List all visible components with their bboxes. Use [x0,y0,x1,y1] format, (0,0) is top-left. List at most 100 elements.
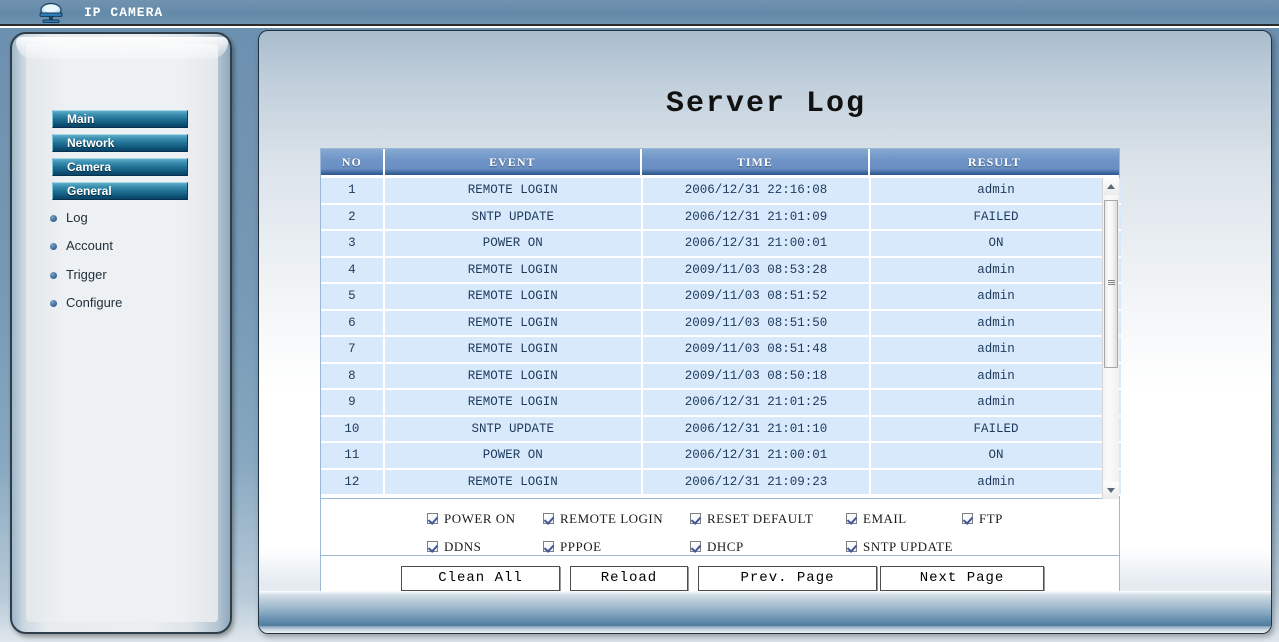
table-cell-event: REMOTE LOGIN [384,469,643,496]
filter-checkbox-remotelogin[interactable]: REMOTE LOGIN [543,511,663,527]
chevron-up-icon [1107,184,1115,189]
filter-label: SNTP UPDATE [863,539,953,554]
column-header-no[interactable]: NO [321,149,385,175]
checkbox-checked-icon[interactable] [543,513,554,524]
filter-checkbox-ddns[interactable]: DDNS [427,539,481,555]
sidebar-item-account[interactable]: Account [50,238,113,253]
table-row[interactable]: 7 REMOTE LOGIN 2009/11/03 08:51:48 admin [321,337,1121,364]
table-cell-time: 2006/12/31 21:09:23 [642,469,872,496]
table-cell-result: ON [871,443,1121,470]
table-row[interactable]: 8 REMOTE LOGIN 2009/11/03 08:50:18 admin [321,363,1121,390]
log-table-header: NO EVENT TIME RESULT [321,149,1119,175]
prev-page-button[interactable]: Prev. Page [698,566,877,591]
table-cell-result: admin [871,310,1121,337]
table-cell-no: 6 [321,310,385,337]
sidebar-item-label: Log [66,210,88,225]
log-table-scroll-area: 1 REMOTE LOGIN 2006/12/31 22:16:08 admin 2 SN… [321,178,1121,499]
clean-all-button[interactable]: Clean All [401,566,560,591]
table-cell-time: 2006/12/31 21:01:25 [642,390,872,417]
table-cell-result: FAILED [871,416,1121,443]
table-row[interactable]: 11 POWER ON 2006/12/31 21:00:01 ON [321,443,1121,470]
table-cell-event: REMOTE LOGIN [384,363,643,390]
filter-checkbox-pppoe[interactable]: PPPOE [543,539,602,555]
checkbox-checked-icon[interactable] [427,541,438,552]
checkbox-checked-icon[interactable] [846,541,857,552]
server-log-table-container: NO EVENT TIME RESULT 1 REMOTE LOGIN 2006/1… [320,148,1121,499]
table-row[interactable]: 10 SNTP UPDATE 2006/12/31 21:01:10 FAILED [321,416,1121,443]
filter-checkbox-ftp[interactable]: FTP [962,511,1003,527]
filter-checkbox-email[interactable]: EMAIL [846,511,907,527]
table-cell-time: 2006/12/31 22:16:08 [642,178,872,205]
table-cell-no: 9 [321,390,385,417]
table-cell-event: REMOTE LOGIN [384,257,643,284]
column-header-result[interactable]: RESULT [869,149,1119,175]
sidebar-nav-main[interactable]: Main [52,110,188,128]
bullet-icon [50,215,57,222]
table-cell-time: 2006/12/31 21:00:01 [642,231,872,258]
checkbox-checked-icon[interactable] [543,541,554,552]
checkbox-checked-icon[interactable] [427,513,438,524]
table-cell-time: 2009/11/03 08:51:48 [642,337,872,364]
table-cell-no: 1 [321,178,385,205]
table-cell-event: SNTP UPDATE [384,204,643,231]
table-row[interactable]: 4 REMOTE LOGIN 2009/11/03 08:53:28 admin [321,257,1121,284]
top-header-bar: IP CAMERA [0,0,1279,26]
brand-title: IP CAMERA [84,5,164,20]
reload-button[interactable]: Reload [570,566,688,591]
table-cell-time: 2009/11/03 08:51:52 [642,284,872,311]
sidebar-item-label: Configure [66,295,123,310]
scrollbar-thumb[interactable] [1104,200,1118,368]
filter-checkbox-poweron[interactable]: POWER ON [427,511,516,527]
scrollbar-up-arrow-icon[interactable] [1103,178,1119,195]
filter-label: RESET DEFAULT [707,511,814,526]
table-row[interactable]: 1 REMOTE LOGIN 2006/12/31 22:16:08 admin [321,178,1121,205]
scrollbar-down-arrow-icon[interactable] [1103,482,1119,499]
ip-camera-icon [38,2,64,24]
table-cell-event: REMOTE LOGIN [384,390,643,417]
table-cell-time: 2006/12/31 21:01:10 [642,416,872,443]
table-row[interactable]: 6 REMOTE LOGIN 2009/11/03 08:51:50 admin [321,310,1121,337]
sidebar-inner-surface [26,44,218,622]
page-title: Server Log [665,87,867,121]
column-header-time[interactable]: TIME [642,149,870,175]
table-cell-no: 12 [321,469,385,496]
sidebar-item-log[interactable]: Log [50,210,88,225]
table-cell-time: 2006/12/31 21:01:09 [642,204,872,231]
table-cell-time: 2006/12/31 21:00:01 [642,443,872,470]
scrollbar-grip-icon [1108,280,1115,286]
column-header-event[interactable]: EVENT [384,149,643,175]
filter-checkbox-dhcp[interactable]: DHCP [690,539,744,555]
log-table-scrollbar[interactable] [1102,178,1119,499]
filter-label: POWER ON [444,511,516,526]
filter-label: EMAIL [863,511,907,526]
next-page-button[interactable]: Next Page [880,566,1044,591]
sidebar-nav-general[interactable]: General [52,182,188,200]
table-row[interactable]: 9 REMOTE LOGIN 2006/12/31 21:01:25 admin [321,390,1121,417]
filter-checkbox-resetdefault[interactable]: RESET DEFAULT [690,511,813,527]
checkbox-checked-icon[interactable] [690,513,701,524]
bullet-icon [50,243,57,250]
sidebar-item-trigger[interactable]: Trigger [50,267,107,282]
bullet-icon [50,272,57,279]
table-row[interactable]: 12 REMOTE LOGIN 2006/12/31 21:09:23 admin [321,469,1121,496]
sidebar-nav-camera[interactable]: Camera [52,158,188,176]
chevron-down-icon [1107,488,1115,493]
checkbox-checked-icon[interactable] [846,513,857,524]
table-cell-result: admin [871,469,1121,496]
filter-label: REMOTE LOGIN [560,511,664,526]
checkbox-checked-icon[interactable] [962,513,973,524]
table-cell-result: FAILED [871,204,1121,231]
main-content-panel: Server Log NO EVENT TIME RESULT 1 REMOTE … [258,30,1272,634]
table-cell-time: 2009/11/03 08:51:50 [642,310,872,337]
table-cell-no: 3 [321,231,385,258]
table-row[interactable]: 5 REMOTE LOGIN 2009/11/03 08:51:52 admin [321,284,1121,311]
table-cell-time: 2009/11/03 08:53:28 [642,257,872,284]
sidebar-nav-network[interactable]: Network [52,134,188,152]
sidebar-item-configure[interactable]: Configure [50,295,123,310]
checkbox-checked-icon[interactable] [690,541,701,552]
table-row[interactable]: 2 SNTP UPDATE 2006/12/31 21:01:09 FAILED [321,204,1121,231]
table-row[interactable]: 3 POWER ON 2006/12/31 21:00:01 ON [321,231,1121,258]
bullet-icon [50,300,57,307]
filter-checkbox-sntpupdate[interactable]: SNTP UPDATE [846,539,953,555]
table-cell-event: REMOTE LOGIN [384,337,643,364]
